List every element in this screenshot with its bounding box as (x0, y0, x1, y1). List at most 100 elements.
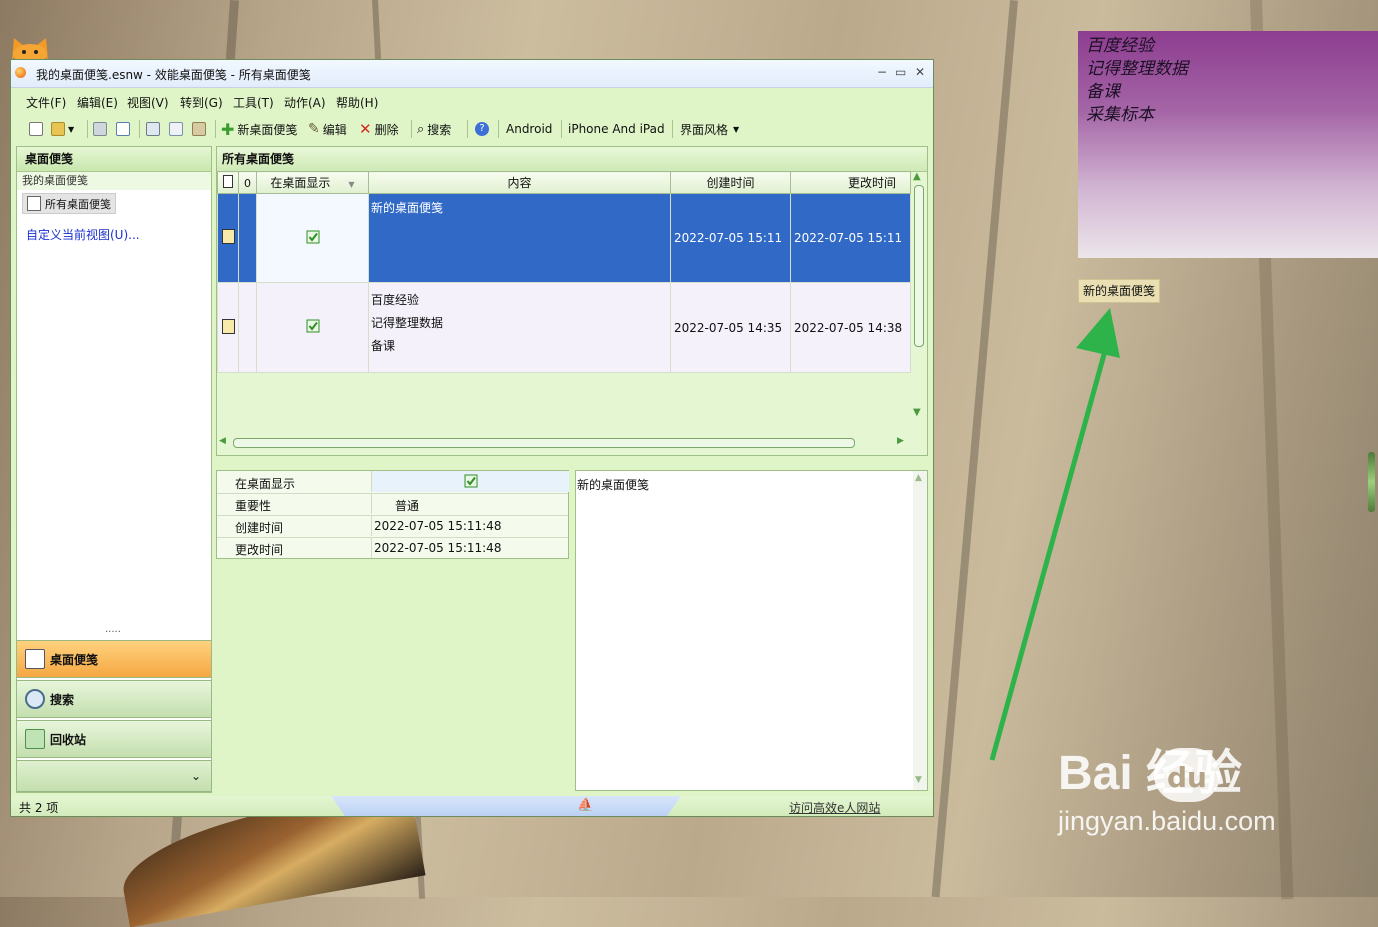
toolbar-separator (467, 120, 468, 138)
minimize-button[interactable]: − (877, 65, 887, 79)
search-label: 搜索 (427, 122, 452, 137)
delete-label: 删除 (374, 122, 399, 137)
nav-button-notes[interactable]: 桌面便笺 (16, 640, 212, 678)
note-icon (27, 196, 41, 211)
fox-mascot-icon (12, 38, 48, 60)
nav-item-all-notes[interactable]: 所有桌面便笺 (22, 193, 116, 214)
menu-action[interactable]: 动作(A) (284, 94, 326, 111)
nav-button-label: 回收站 (50, 732, 87, 747)
title-bar[interactable]: 我的桌面便笺.esnw - 效能桌面便笺 - 所有桌面便笺 − ▭ ✕ (11, 60, 933, 88)
new-file-icon (29, 122, 43, 136)
column-modified[interactable]: 更改时间 (790, 171, 911, 194)
column-label: 在桌面显示 (270, 176, 331, 190)
nav-button-recycle-bin[interactable]: 回收站 (16, 720, 212, 758)
show-on-desktop-cell[interactable] (256, 282, 369, 373)
column-attachment[interactable]: 0 (238, 171, 257, 194)
created-cell: 2022-07-05 14:35 (670, 282, 791, 373)
column-show-on-desktop[interactable]: 在桌面显示 ▼ (256, 171, 369, 194)
open-folder-icon (51, 122, 65, 136)
iphone-ipad-button[interactable]: iPhone And iPad (568, 120, 665, 138)
menu-edit[interactable]: 编辑(E) (77, 94, 118, 111)
nav-button-search[interactable]: 搜索 (16, 680, 212, 718)
editor-scrollbar[interactable]: ▲ ▼ (913, 471, 927, 790)
property-row: 创建时间 2022-07-05 15:11:48 (217, 515, 568, 538)
customize-view-link[interactable]: 自定义当前视图(U)... (26, 226, 140, 243)
checkbox-checked-icon (464, 474, 478, 488)
paste-icon (192, 122, 206, 136)
checkbox-checked-icon (306, 230, 319, 243)
status-wave-decoration (331, 796, 681, 816)
theme-dropdown[interactable]: 界面风格 ▼ (680, 120, 739, 138)
watermark-url: jingyan.baidu.com (1058, 806, 1276, 836)
checkbox-checked-icon (306, 319, 319, 333)
horizontal-scrollbar[interactable]: ◀ ▶ (217, 436, 911, 450)
vertical-scrollbar[interactable]: ▲ ▼ (911, 171, 926, 434)
copy-button[interactable] (169, 120, 186, 138)
table-row[interactable]: 百度经验 记得整理数据 备课 2022-07-05 14:35 2022-07-… (217, 282, 911, 373)
show-on-desktop-cell[interactable] (256, 193, 369, 283)
content-line: 百度经验 (371, 293, 420, 307)
content-line: 记得整理数据 (371, 316, 444, 330)
delete-button[interactable]: ✕ 删除 (359, 120, 399, 138)
desktop-edge-handle[interactable] (1368, 452, 1375, 512)
scrollbar-thumb[interactable] (914, 185, 924, 347)
menu-tools[interactable]: 工具(T) (233, 94, 274, 111)
column-created[interactable]: 创建时间 (670, 171, 791, 194)
note-editor[interactable]: 新的桌面便笺 ▲ ▼ (575, 470, 928, 791)
property-row: 更改时间 2022-07-05 15:11:48 (217, 537, 568, 559)
content-cell: 新的桌面便笺 (368, 193, 671, 283)
new-note-label: 新桌面便笺 (237, 122, 298, 137)
scroll-up-icon: ▲ (913, 171, 921, 182)
panel-title: 所有桌面便笺 (217, 147, 927, 172)
plus-icon: ✚ (221, 119, 235, 139)
print-button[interactable] (93, 120, 110, 138)
property-value: 2022-07-05 15:11:48 (374, 519, 502, 533)
website-link[interactable]: 访问高效e人网站 (789, 799, 880, 816)
desktop-sticky-note[interactable]: 百度经验 记得整理数据 备课 采集标本 (1078, 31, 1378, 258)
notes-table: 0 在桌面显示 ▼ 内容 创建时间 更改时间 新的桌面便笺 2022-07-05 … (217, 171, 911, 373)
note-icon (221, 318, 235, 334)
help-button[interactable]: ? (475, 120, 489, 138)
scroll-down-icon: ▼ (915, 775, 922, 785)
close-button[interactable]: ✕ (915, 65, 925, 79)
created-cell: 2022-07-05 15:11 (670, 193, 791, 283)
nav-button-label: 桌面便笺 (50, 652, 99, 667)
column-content[interactable]: 内容 (368, 171, 671, 194)
nav-more-button[interactable]: ⌄ (16, 760, 212, 792)
table-row[interactable]: 新的桌面便笺 2022-07-05 15:11 2022-07-05 15:11 (217, 193, 911, 283)
android-button[interactable]: Android (506, 120, 552, 138)
watermark-du: du (1167, 761, 1207, 794)
cut-button[interactable] (146, 120, 163, 138)
note-line: 采集标本 (1086, 105, 1154, 125)
menu-file[interactable]: 文件(F) (26, 94, 66, 111)
property-value: 2022-07-05 15:11:48 (374, 541, 502, 555)
toolbar-separator (672, 120, 673, 138)
menu-goto[interactable]: 转到(G) (180, 94, 223, 111)
paste-button[interactable] (192, 120, 209, 138)
chevron-down-icon: ⌄ (190, 769, 201, 783)
maximize-button[interactable]: ▭ (895, 65, 906, 79)
edit-button[interactable]: ✎ 编辑 (308, 120, 347, 138)
scissors-icon (146, 122, 160, 136)
menu-help[interactable]: 帮助(H) (336, 94, 378, 111)
note-line: 备课 (1086, 82, 1120, 102)
document-icon (223, 174, 233, 188)
nav-item-label: 所有桌面便笺 (45, 197, 111, 211)
new-file-button[interactable] (29, 120, 46, 138)
splitter-grip[interactable]: ····· (105, 627, 121, 638)
property-value-box[interactable] (371, 471, 569, 492)
editor-text: 新的桌面便笺 (577, 478, 650, 492)
attachment-cell (238, 282, 257, 373)
open-button[interactable]: ▼ (51, 120, 74, 138)
scrollbar-thumb[interactable] (233, 438, 855, 448)
app-window: 我的桌面便笺.esnw - 效能桌面便笺 - 所有桌面便笺 − ▭ ✕ 文件(F… (10, 59, 934, 817)
note-line: 百度经验 (1086, 36, 1154, 56)
search-button[interactable]: ⌕ 搜索 (417, 120, 451, 138)
column-type[interactable] (217, 171, 239, 194)
toolbar-separator (139, 120, 140, 138)
item-count: 共 2 项 (19, 801, 59, 815)
recycle-bin-icon (25, 729, 45, 749)
menu-view[interactable]: 视图(V) (127, 94, 169, 111)
preview-button[interactable] (116, 120, 133, 138)
new-note-button[interactable]: ✚ 新桌面便笺 (221, 119, 298, 139)
